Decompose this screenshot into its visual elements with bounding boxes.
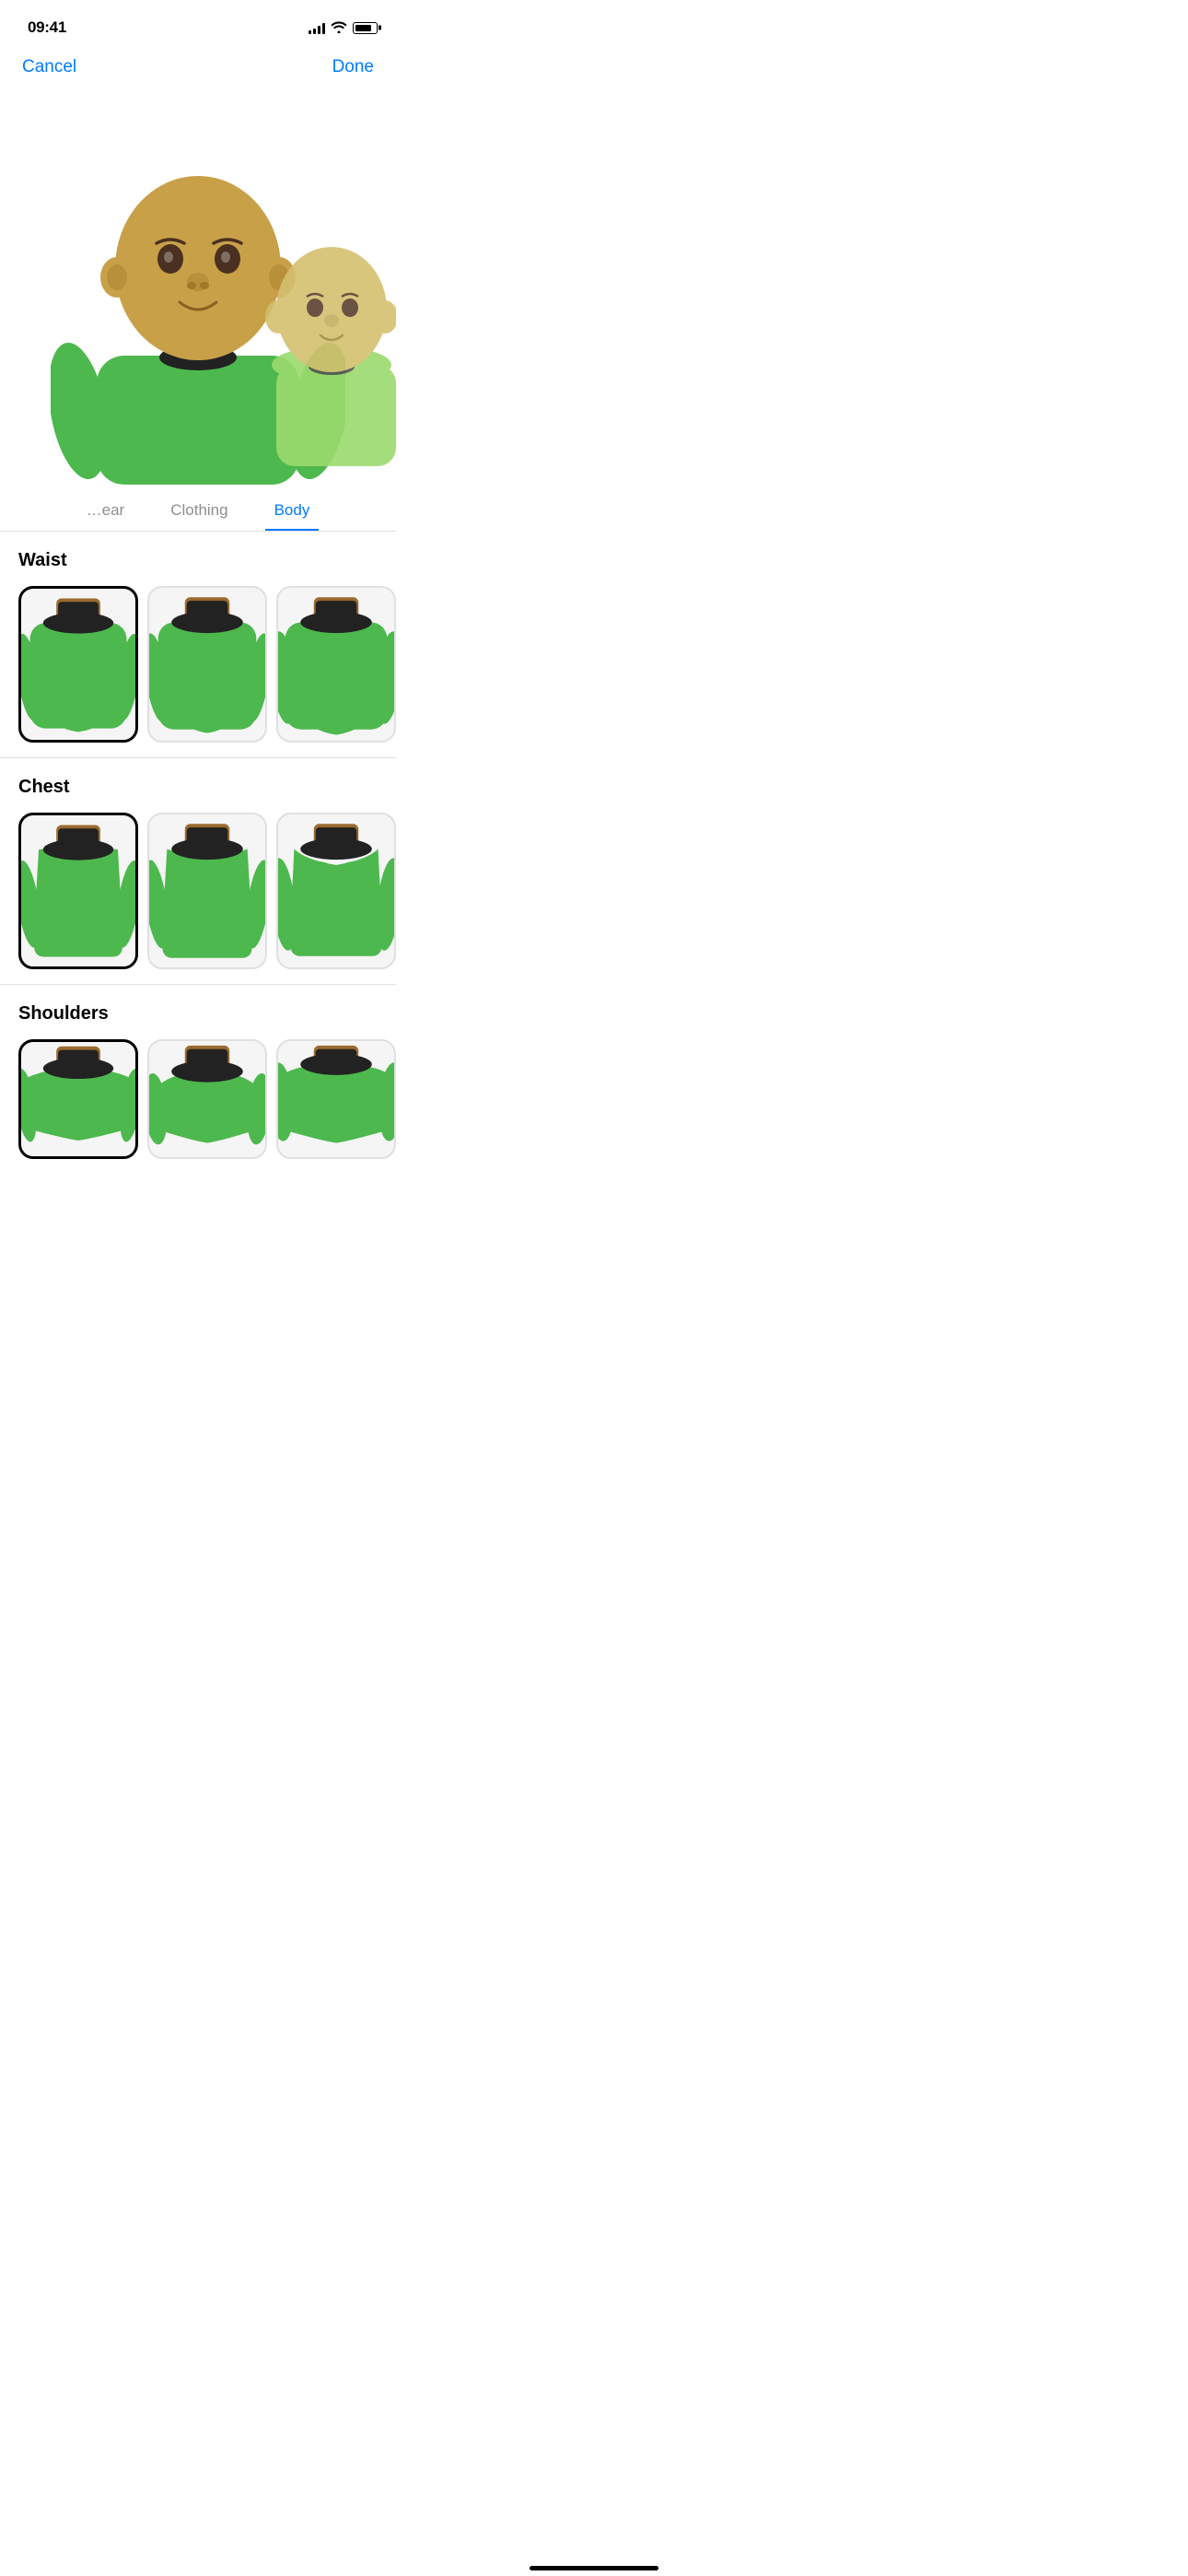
home-indicator (396, 2558, 792, 2576)
chest-options (0, 813, 396, 969)
shoulders-title: Shoulders (0, 1003, 396, 1039)
status-time: 09:41 (28, 18, 66, 37)
nav-bar: Cancel Done (0, 50, 396, 88)
wifi-icon (331, 20, 347, 36)
waist-option-2[interactable] (147, 586, 267, 743)
tab-body[interactable]: Body (265, 494, 320, 531)
tabs-container: …ear Clothing Body (0, 485, 396, 532)
shoulders-option-2[interactable] (147, 1039, 267, 1159)
done-button[interactable]: Done (332, 57, 374, 77)
avatar-secondary (258, 208, 396, 466)
waist-option-3[interactable] (276, 586, 396, 743)
chest-option-2[interactable] (147, 813, 267, 969)
battery-icon (353, 22, 378, 34)
tab-clothing[interactable]: Clothing (161, 494, 237, 531)
signal-icon (309, 22, 325, 34)
shoulders-options (0, 1039, 396, 1159)
waist-title: Waist (0, 550, 396, 586)
chest-title: Chest (0, 777, 396, 813)
chest-section: Chest (0, 758, 396, 985)
cancel-button[interactable]: Cancel (22, 57, 76, 77)
tab-headwear[interactable]: …ear (77, 494, 134, 531)
chest-option-1[interactable] (18, 813, 138, 969)
shoulders-section: Shoulders (0, 985, 396, 1174)
waist-section: Waist (0, 532, 396, 758)
status-bar: 09:41 (0, 0, 396, 50)
waist-options (0, 586, 396, 743)
chest-option-3[interactable] (276, 813, 396, 969)
shoulders-option-3[interactable] (276, 1039, 396, 1159)
home-bar (530, 2566, 658, 2570)
avatar-preview (0, 88, 396, 485)
status-icons (309, 20, 378, 36)
waist-option-1[interactable] (18, 586, 138, 743)
shoulders-option-1[interactable] (18, 1039, 138, 1159)
